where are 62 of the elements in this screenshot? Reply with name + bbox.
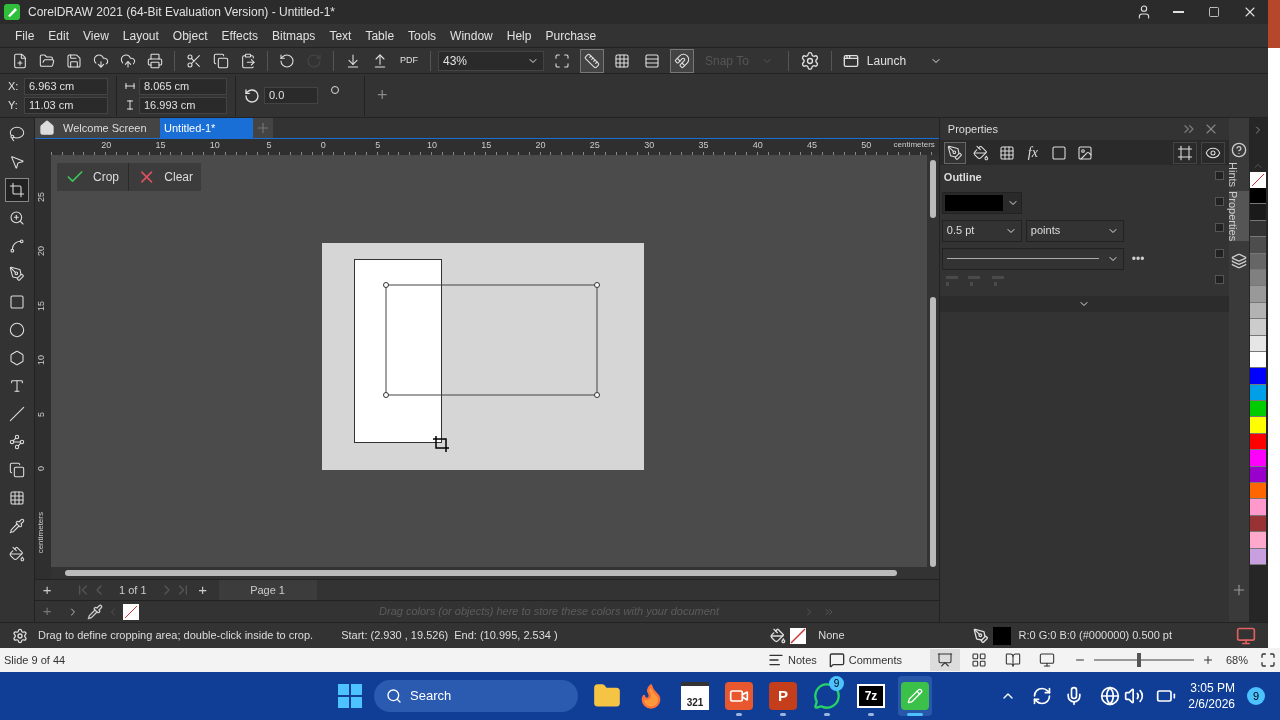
add-page-button[interactable]: + (35, 578, 60, 602)
x-label: X: (8, 78, 20, 94)
menu-item[interactable]: Object (165, 23, 215, 48)
crop-button[interactable]: Crop (57, 163, 130, 191)
menu-item[interactable]: View (76, 23, 116, 48)
clear-button[interactable]: Clear (129, 163, 202, 191)
ruler-label: 25 (35, 192, 48, 203)
status-hint: Drag to define cropping area; double-click inside to crop. (38, 628, 314, 644)
clock[interactable]: 3:05 PM 2/6/2026 (1188, 680, 1235, 712)
menu-item[interactable]: Purchase (538, 23, 604, 48)
y-field[interactable]: 11.03 cm (24, 96, 108, 114)
menu-item[interactable]: File (8, 23, 42, 48)
height-field[interactable]: 16.993 cm (139, 96, 227, 114)
rotation-field[interactable]: 0.0 (264, 87, 318, 104)
taskbar-app[interactable]: 9 (810, 676, 844, 716)
effects-tab[interactable]: fx (1021, 141, 1044, 164)
ruler-label: 5 (35, 411, 48, 417)
menu-item[interactable]: Help (499, 23, 539, 48)
menu-item[interactable]: Text (322, 23, 359, 48)
menu-item[interactable]: Window (443, 23, 500, 48)
window-title: CorelDRAW 2021 (64-Bit Evaluation Version) - Untitled-1* (28, 4, 336, 21)
add-page-button[interactable]: + (190, 578, 215, 602)
zoom-percent: 68% (1225, 652, 1248, 668)
outline-value: R:0 G:0 B:0 (#000000) 0.500 pt (1018, 628, 1172, 644)
width-field[interactable]: 8.065 cm (139, 77, 227, 95)
comments-button[interactable]: Comments (824, 651, 906, 669)
ruler-label: 20 (35, 246, 48, 257)
ruler-label: 10 (35, 355, 48, 366)
section-title: Outline (942, 170, 983, 185)
page-count: 1 of 1 (119, 582, 147, 598)
docker-tab[interactable]: Properties (1228, 191, 1249, 242)
ruler-unit: centimeters (35, 511, 47, 554)
document-tab[interactable]: Welcome Screen (35, 118, 161, 138)
notes-button[interactable]: Notes (764, 651, 821, 669)
menu-item[interactable]: Layout (115, 23, 166, 48)
menu-item[interactable]: Table (358, 23, 402, 48)
launch-dropdown[interactable]: Launch (838, 48, 947, 73)
menu-item[interactable]: Effects (214, 23, 265, 48)
notification-badge[interactable]: 9 (1247, 687, 1265, 705)
x-field[interactable]: 6.963 cm (24, 77, 108, 95)
menu-item[interactable]: Bitmaps (265, 23, 323, 48)
docker-tab[interactable]: Hints (1228, 162, 1249, 188)
menu-item[interactable]: Edit (41, 23, 77, 48)
add-button[interactable]: + (365, 82, 400, 109)
y-label: Y: (8, 97, 19, 113)
zoom-dropdown[interactable]: 43% (438, 50, 544, 71)
notification-badge: 9 (829, 676, 844, 691)
crop-coordinates: Start: (2.930 , 19.526) End: (10.995, 2.534 ) (341, 628, 558, 644)
more-options-button[interactable]: ••• (1131, 249, 1145, 268)
ruler-label: 0 (35, 466, 48, 472)
ruler-label: 15 (35, 300, 48, 311)
document-tab[interactable]: Untitled-1* (160, 118, 254, 138)
taskbar-app[interactable]: 7z (854, 676, 888, 716)
width-dropdown[interactable]: 0.5 pt (941, 219, 1022, 242)
units-dropdown[interactable]: points (1025, 219, 1124, 242)
menu-item[interactable]: Tools (401, 23, 444, 48)
search-field[interactable]: Search (374, 680, 578, 712)
slide-counter: Slide 9 of 44 (4, 652, 66, 668)
fill-value: None (818, 628, 845, 644)
panel-title: Properties (947, 121, 998, 137)
publish-pdf-button[interactable]: PDF (395, 48, 423, 73)
page-tab[interactable]: Page 1 (218, 579, 317, 601)
